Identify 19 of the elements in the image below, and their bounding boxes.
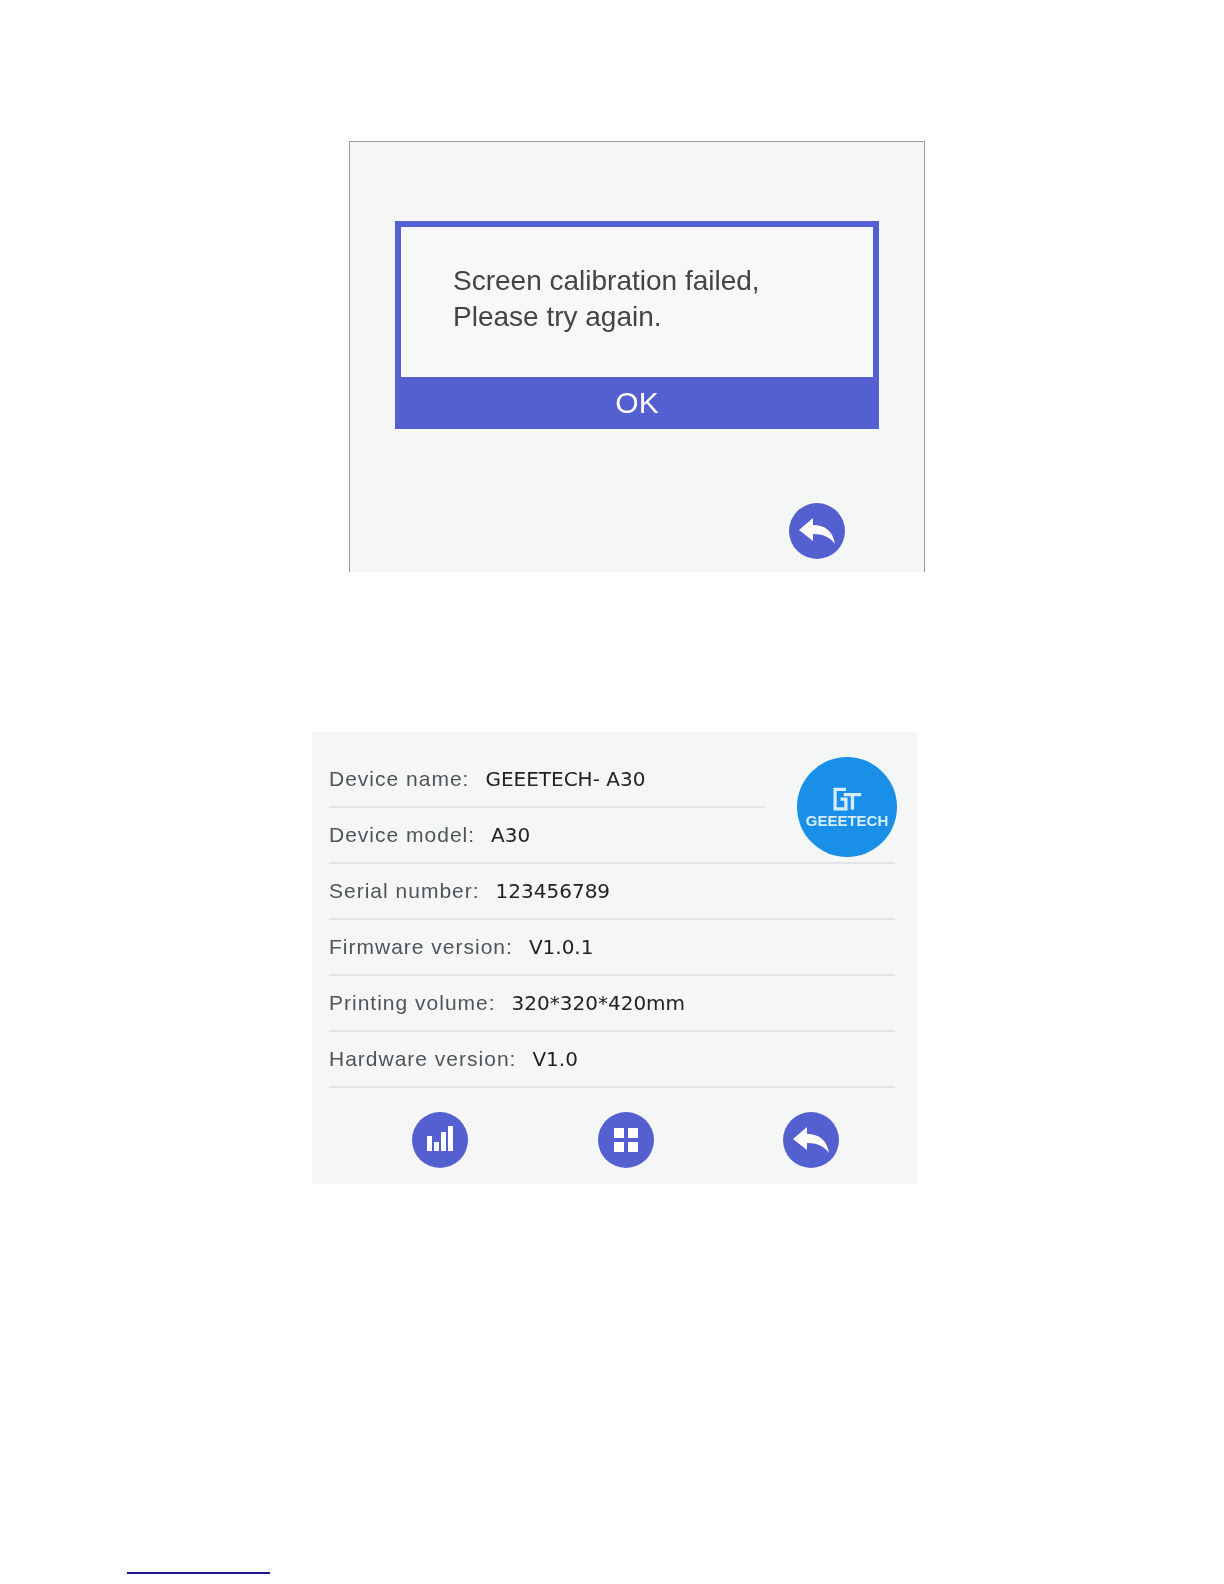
dialog-message: Screen calibration failed, Please try again. (452, 264, 761, 334)
field-label: Device name: (329, 767, 470, 791)
field-value: GEEETECH- A30 (485, 767, 646, 791)
field-value: V1.0.1 (528, 935, 594, 959)
field-value: A30 (491, 823, 531, 847)
field-label: Hardware version: (329, 1047, 517, 1071)
logo-mark-icon (830, 785, 864, 812)
field-label: Serial number: (329, 879, 480, 903)
field-label: Firmware version: (329, 935, 513, 959)
back-icon[interactable] (783, 1112, 839, 1168)
back-icon[interactable] (789, 503, 845, 559)
field-label: Device model: (329, 823, 476, 847)
logo-text: GEEETECH (805, 811, 889, 829)
field-value: 123456789 (495, 879, 611, 903)
bar-chart-icon[interactable] (412, 1112, 468, 1168)
field-value: V1.0 (532, 1047, 578, 1071)
field-value: 320*320*420mm (511, 991, 686, 1015)
grid-icon[interactable] (597, 1112, 654, 1168)
field-label: Printing volume: (329, 991, 496, 1015)
